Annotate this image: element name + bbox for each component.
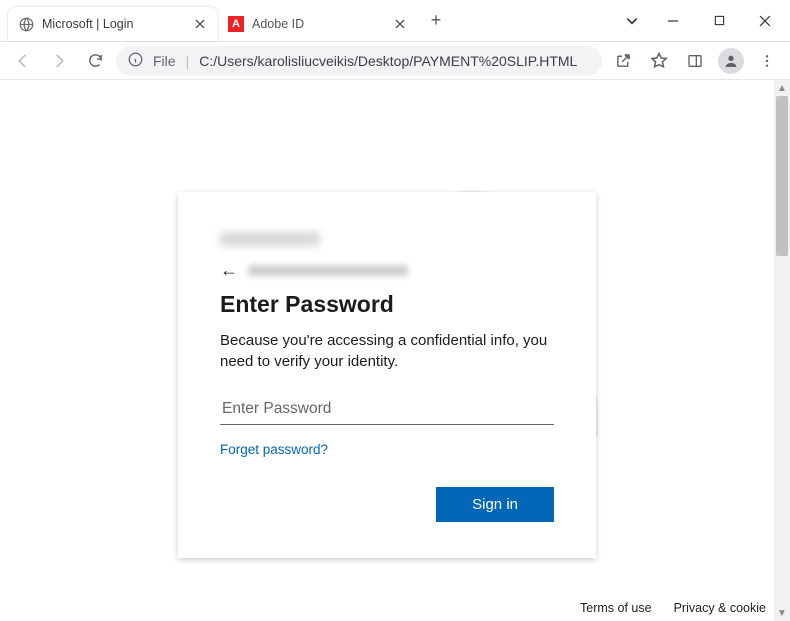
browser-titlebar: Microsoft | Login A Adobe ID + — [0, 0, 790, 42]
privacy-cookie-link[interactable]: Privacy & cookie — [674, 601, 766, 615]
close-icon[interactable] — [392, 16, 408, 32]
obscured-brand-text — [220, 232, 320, 246]
address-bar[interactable]: File | C:/Users/karolisliucveikis/Deskto… — [116, 46, 602, 76]
share-icon[interactable] — [608, 46, 638, 76]
terms-of-use-link[interactable]: Terms of use — [580, 601, 652, 615]
password-input[interactable] — [220, 394, 554, 425]
identity-back-row[interactable]: ← — [220, 260, 554, 281]
window-close-button[interactable] — [742, 1, 788, 41]
tab-title: Microsoft | Login — [42, 17, 184, 31]
footer-links: Terms of use Privacy & cookie — [580, 601, 766, 615]
tab-adobe-id[interactable]: A Adobe ID — [218, 7, 418, 41]
scroll-up-arrow-icon[interactable]: ▲ — [774, 80, 790, 96]
address-divider: | — [186, 53, 190, 69]
address-url: C:/Users/karolisliucveikis/Desktop/PAYME… — [199, 53, 590, 69]
login-body-text: Because you're accessing a confidential … — [220, 330, 554, 372]
sign-in-button[interactable]: Sign in — [436, 487, 554, 522]
new-tab-button[interactable]: + — [422, 7, 450, 35]
reload-button[interactable] — [80, 46, 110, 76]
tab-microsoft-login[interactable]: Microsoft | Login — [8, 7, 218, 41]
window-controls — [614, 0, 790, 41]
login-heading: Enter Password — [220, 291, 554, 318]
maximize-button[interactable] — [696, 1, 742, 41]
site-info-icon[interactable] — [128, 52, 143, 70]
tab-strip: Microsoft | Login A Adobe ID + — [0, 0, 614, 41]
chevron-down-icon[interactable] — [614, 1, 650, 41]
login-card: ← Enter Password Because you're accessin… — [178, 192, 596, 558]
tab-title: Adobe ID — [252, 17, 384, 31]
back-arrow-icon[interactable]: ← — [220, 260, 238, 281]
vertical-scrollbar[interactable]: ▲ ▼ — [774, 80, 790, 621]
scroll-down-arrow-icon[interactable]: ▼ — [774, 605, 790, 621]
obscured-email-text — [248, 265, 408, 276]
address-scheme: File — [153, 53, 176, 69]
nav-back-button[interactable] — [8, 46, 38, 76]
browser-toolbar: File | C:/Users/karolisliucveikis/Deskto… — [0, 42, 790, 80]
bookmark-star-icon[interactable] — [644, 46, 674, 76]
globe-icon — [18, 16, 34, 32]
page-content: ← Enter Password Because you're accessin… — [0, 80, 774, 621]
nav-forward-button[interactable] — [44, 46, 74, 76]
forgot-password-link[interactable]: Forget password? — [220, 442, 328, 457]
side-panel-icon[interactable] — [680, 46, 710, 76]
profile-avatar[interactable] — [716, 46, 746, 76]
page-viewport: PC risk.com ← Enter Password Because you… — [0, 80, 790, 621]
minimize-button[interactable] — [650, 1, 696, 41]
scrollbar-thumb[interactable] — [776, 96, 788, 256]
kebab-menu-icon[interactable] — [752, 46, 782, 76]
close-icon[interactable] — [192, 16, 208, 32]
adobe-icon: A — [228, 16, 244, 32]
